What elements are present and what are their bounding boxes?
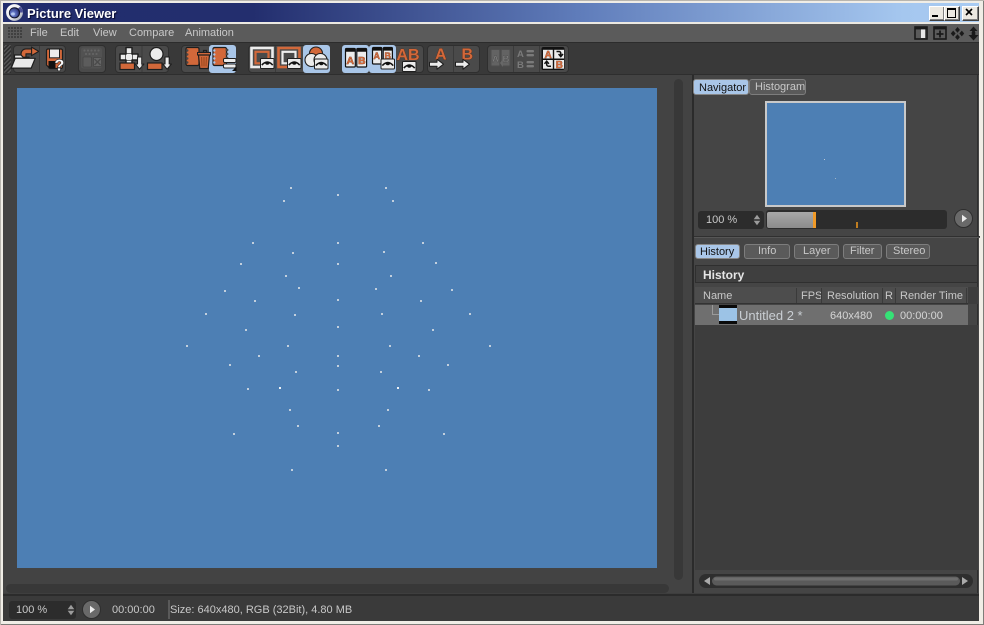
svg-text:B: B (556, 60, 563, 71)
svg-text:A: A (374, 51, 381, 61)
svg-text:A: A (545, 50, 552, 61)
svg-text:A: A (517, 49, 524, 60)
svg-text:A: A (347, 55, 355, 67)
svg-text:B: B (358, 55, 366, 67)
svg-text:A: A (492, 54, 499, 65)
svg-text:?: ? (55, 58, 65, 74)
svg-text:B: B (517, 60, 524, 71)
svg-text:B: B (503, 54, 510, 65)
